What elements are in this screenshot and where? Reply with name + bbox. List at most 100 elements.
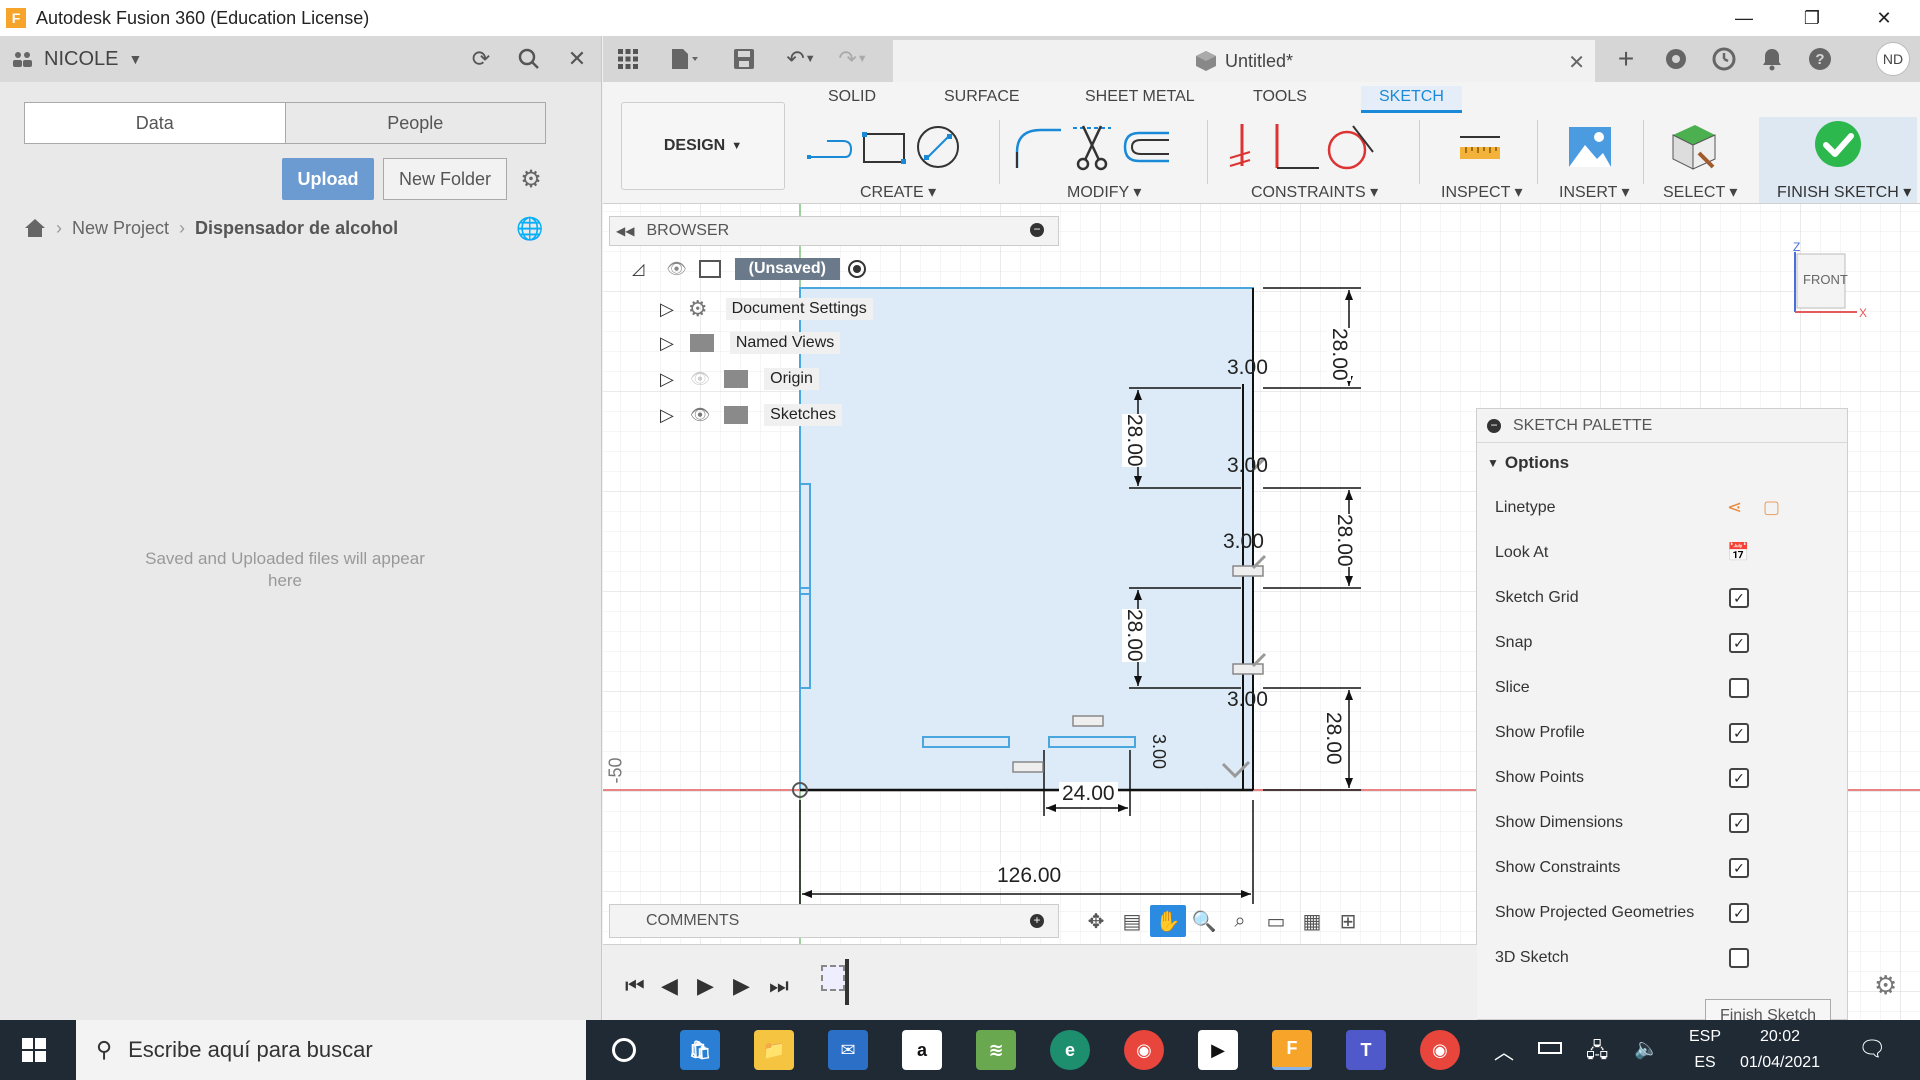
dimension-thickness-3[interactable]: 3.00 [1223, 530, 1264, 554]
undo-icon[interactable]: ↶ ▼ [779, 44, 823, 74]
show-projected-geometries-checkbox[interactable]: ✓ [1729, 902, 1749, 923]
3d-sketch-checkbox[interactable] [1729, 947, 1749, 968]
fusion-app-icon[interactable]: F [1272, 1030, 1312, 1070]
tab-solid[interactable]: SOLID [828, 88, 876, 106]
insert-image-icon[interactable] [1565, 122, 1615, 172]
input-language-top[interactable]: ESP [1680, 1028, 1730, 1046]
centerline-linetype-icon[interactable]: ▢ [1763, 497, 1780, 518]
edge-app-icon[interactable]: e [1050, 1030, 1090, 1070]
step-forward-icon[interactable]: ▶ [733, 973, 750, 999]
extensions-icon[interactable] [1661, 44, 1691, 74]
gear-icon[interactable]: ⚙ [516, 164, 546, 194]
grid-settings-icon[interactable]: ▦ [1294, 905, 1330, 937]
tangent-constraint-icon[interactable] [1325, 122, 1375, 172]
go-to-start-icon[interactable]: ⏮ [625, 973, 645, 999]
trim-scissors-icon[interactable] [1067, 122, 1117, 172]
viewports-icon[interactable]: ⊞ [1330, 905, 1366, 937]
dimension-height-2[interactable]: 28.00 [1332, 514, 1356, 567]
close-tab-icon[interactable]: ✕ [1568, 50, 1585, 75]
team-icon[interactable] [12, 50, 34, 68]
upload-button[interactable]: Upload [282, 158, 374, 200]
orbit-icon[interactable]: ✥ [1078, 905, 1114, 937]
collapse-browser-icon[interactable]: ◀◀ [616, 224, 634, 238]
dimension-height-5[interactable]: 28.00 [1122, 609, 1146, 662]
browser-item-sketches[interactable]: ▷ 👁 Sketches [660, 404, 842, 426]
timeline-sketch-marker-icon[interactable] [821, 965, 845, 991]
sketch-grid-checkbox[interactable]: ✓ [1729, 587, 1749, 608]
perpendicular-constraint-icon[interactable] [1271, 122, 1321, 172]
finish-sketch-menu[interactable]: FINISH SKETCH ▾ [1777, 182, 1911, 202]
dimension-small-width[interactable]: 24.00 [1059, 782, 1118, 806]
dimension-height-4[interactable]: 28.00 [1122, 414, 1146, 467]
visibility-eye-icon[interactable]: 👁 [666, 259, 686, 279]
view-cube-front-face[interactable]: FRONT [1803, 272, 1848, 287]
close-button[interactable]: ✕ [1856, 0, 1912, 36]
hidden-eye-icon[interactable]: 👁 [690, 369, 710, 389]
select-menu[interactable]: SELECT ▾ [1663, 182, 1737, 202]
zoom-icon[interactable]: 🔍 [1186, 905, 1222, 937]
media-app-icon[interactable]: ▶ [1198, 1030, 1238, 1070]
tab-sheet-metal[interactable]: SHEET METAL [1085, 88, 1195, 106]
dimension-thickness-1[interactable]: 3.00 [1227, 356, 1268, 380]
comments-panel[interactable]: COMMENTS + [609, 904, 1059, 938]
slice-checkbox[interactable] [1729, 677, 1749, 698]
options-section-header[interactable]: ▼ Options [1477, 443, 1847, 483]
tab-surface[interactable]: SURFACE [944, 88, 1020, 106]
insert-menu[interactable]: INSERT ▾ [1559, 182, 1630, 202]
browser-root-row[interactable]: ◿ 👁 (Unsaved) [632, 258, 866, 280]
file-menu-icon[interactable] [663, 44, 707, 74]
volume-icon[interactable]: 🔈 [1634, 1036, 1659, 1061]
collapse-palette-icon[interactable]: − [1487, 418, 1501, 433]
taskbar-search[interactable]: ⚲ Escribe aquí para buscar [76, 1020, 586, 1080]
mail-app-icon[interactable]: ✉ [828, 1030, 868, 1070]
chevron-down-icon[interactable]: ▼ [128, 51, 142, 67]
offset-tool-icon[interactable] [1121, 122, 1171, 172]
sketch-palette-header[interactable]: − SKETCH PALETTE [1477, 409, 1847, 443]
finish-sketch-area[interactable]: FINISH SKETCH ▾ [1759, 117, 1917, 203]
clock-date[interactable]: 01/04/2021 [1730, 1054, 1830, 1072]
expand-arrow-icon[interactable]: ▷ [660, 405, 674, 426]
globe-icon[interactable]: 🌐 [516, 216, 543, 242]
display-settings-icon[interactable]: ▭ [1258, 905, 1294, 937]
create-menu[interactable]: CREATE ▾ [860, 182, 936, 202]
rectangle-tool-icon[interactable] [859, 122, 909, 172]
search-icon[interactable] [514, 44, 544, 74]
avatar[interactable]: ND [1876, 42, 1910, 76]
clock-time[interactable]: 20:02 [1730, 1028, 1830, 1046]
activate-radio-icon[interactable] [847, 260, 866, 278]
timeline-playhead[interactable] [845, 959, 849, 1005]
select-tool-icon[interactable] [1669, 122, 1719, 172]
show-dimensions-checkbox[interactable]: ✓ [1729, 812, 1749, 833]
store-app-icon[interactable]: 🛍 [680, 1030, 720, 1070]
dimension-width[interactable]: 126.00 [993, 864, 1066, 888]
expand-arrow-icon[interactable]: ▷ [660, 299, 674, 320]
add-comment-icon[interactable]: + [1030, 914, 1044, 928]
expand-arrow-icon[interactable]: ▷ [660, 369, 674, 390]
chrome-profile-app-icon[interactable]: ◉ [1420, 1030, 1460, 1070]
horizontal-vertical-constraint-icon[interactable] [1217, 122, 1267, 172]
home-icon[interactable] [24, 218, 46, 238]
chrome-app-icon[interactable]: ◉ [1124, 1030, 1164, 1070]
snap-checkbox[interactable]: ✓ [1729, 632, 1749, 653]
dimension-height-1[interactable]: 28.00 [1327, 328, 1351, 381]
play-icon[interactable]: ▶ [697, 973, 714, 999]
battery-icon[interactable] [1538, 1042, 1562, 1054]
notifications-bell-icon[interactable] [1757, 44, 1787, 74]
network-icon[interactable]: 🖧 [1586, 1036, 1608, 1070]
browser-item-document-settings[interactable]: ▷ ⚙ Document Settings [660, 296, 873, 322]
modify-menu[interactable]: MODIFY ▾ [1067, 182, 1141, 202]
fit-window-icon[interactable]: ⌕ [1222, 905, 1258, 937]
dimension-thickness-4[interactable]: 3.00 [1227, 688, 1268, 712]
browser-item-origin[interactable]: ▷ 👁 Origin [660, 368, 819, 390]
help-icon[interactable]: ? [1805, 44, 1835, 74]
document-tab[interactable]: Untitled* ✕ [893, 40, 1595, 82]
minimize-browser-icon[interactable]: − [1030, 223, 1044, 237]
circle-tool-icon[interactable] [913, 122, 963, 172]
file-explorer-app-icon[interactable]: 📁 [754, 1030, 794, 1070]
close-panel-icon[interactable]: ✕ [562, 44, 592, 74]
notifications-icon[interactable]: 🗨 [1858, 1036, 1886, 1062]
redo-icon[interactable]: ↷ ▼ [831, 44, 875, 74]
grid-menu-icon[interactable] [613, 44, 643, 74]
show-profile-checkbox[interactable]: ✓ [1729, 722, 1749, 743]
new-folder-button[interactable]: New Folder [383, 158, 507, 200]
